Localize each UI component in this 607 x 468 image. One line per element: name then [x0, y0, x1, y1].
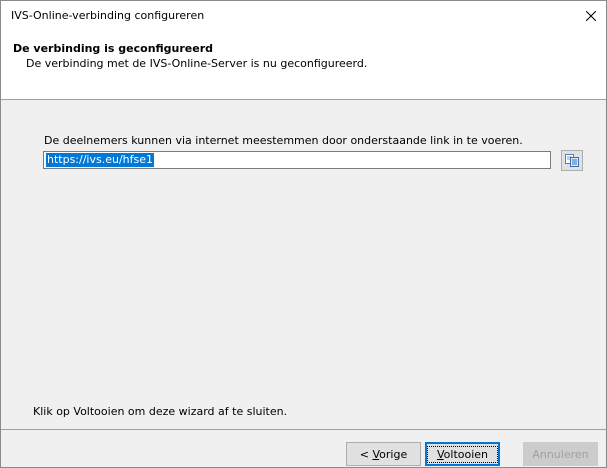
- copy-button[interactable]: [561, 150, 583, 171]
- wizard-window: IVS-Online-verbinding configureren De ve…: [0, 0, 607, 468]
- window-title: IVS-Online-verbinding configureren: [11, 9, 205, 22]
- page-title: De verbinding is geconfigureerd: [13, 42, 214, 55]
- finish-button-label: Voltooien: [426, 445, 499, 463]
- previous-button[interactable]: < Vorige: [346, 442, 421, 466]
- cancel-button-label: Annuleren: [532, 447, 589, 461]
- page-subtitle: De verbinding met de IVS-Online-Server i…: [26, 57, 368, 70]
- copy-icon: [565, 154, 579, 167]
- wizard-content: De deelnemers kunnen via internet meeste…: [1, 100, 606, 430]
- button-bar: < Vorige Voltooien Annuleren: [1, 430, 606, 467]
- cancel-button[interactable]: Annuleren: [523, 442, 598, 466]
- title-bar: IVS-Online-verbinding configureren: [1, 1, 606, 31]
- finish-button[interactable]: Voltooien: [425, 442, 500, 466]
- wizard-header: De verbinding is geconfigureerd De verbi…: [1, 31, 606, 100]
- close-icon: [586, 11, 596, 21]
- link-value: https://ivs.eu/hfse1: [46, 153, 155, 167]
- previous-button-label: < Vorige: [359, 447, 408, 461]
- instruction-text: De deelnemers kunnen via internet meeste…: [44, 134, 523, 147]
- close-button[interactable]: [576, 1, 606, 31]
- link-field[interactable]: https://ivs.eu/hfse1: [43, 151, 551, 169]
- finish-hint: Klik op Voltooien om deze wizard af te s…: [33, 405, 288, 418]
